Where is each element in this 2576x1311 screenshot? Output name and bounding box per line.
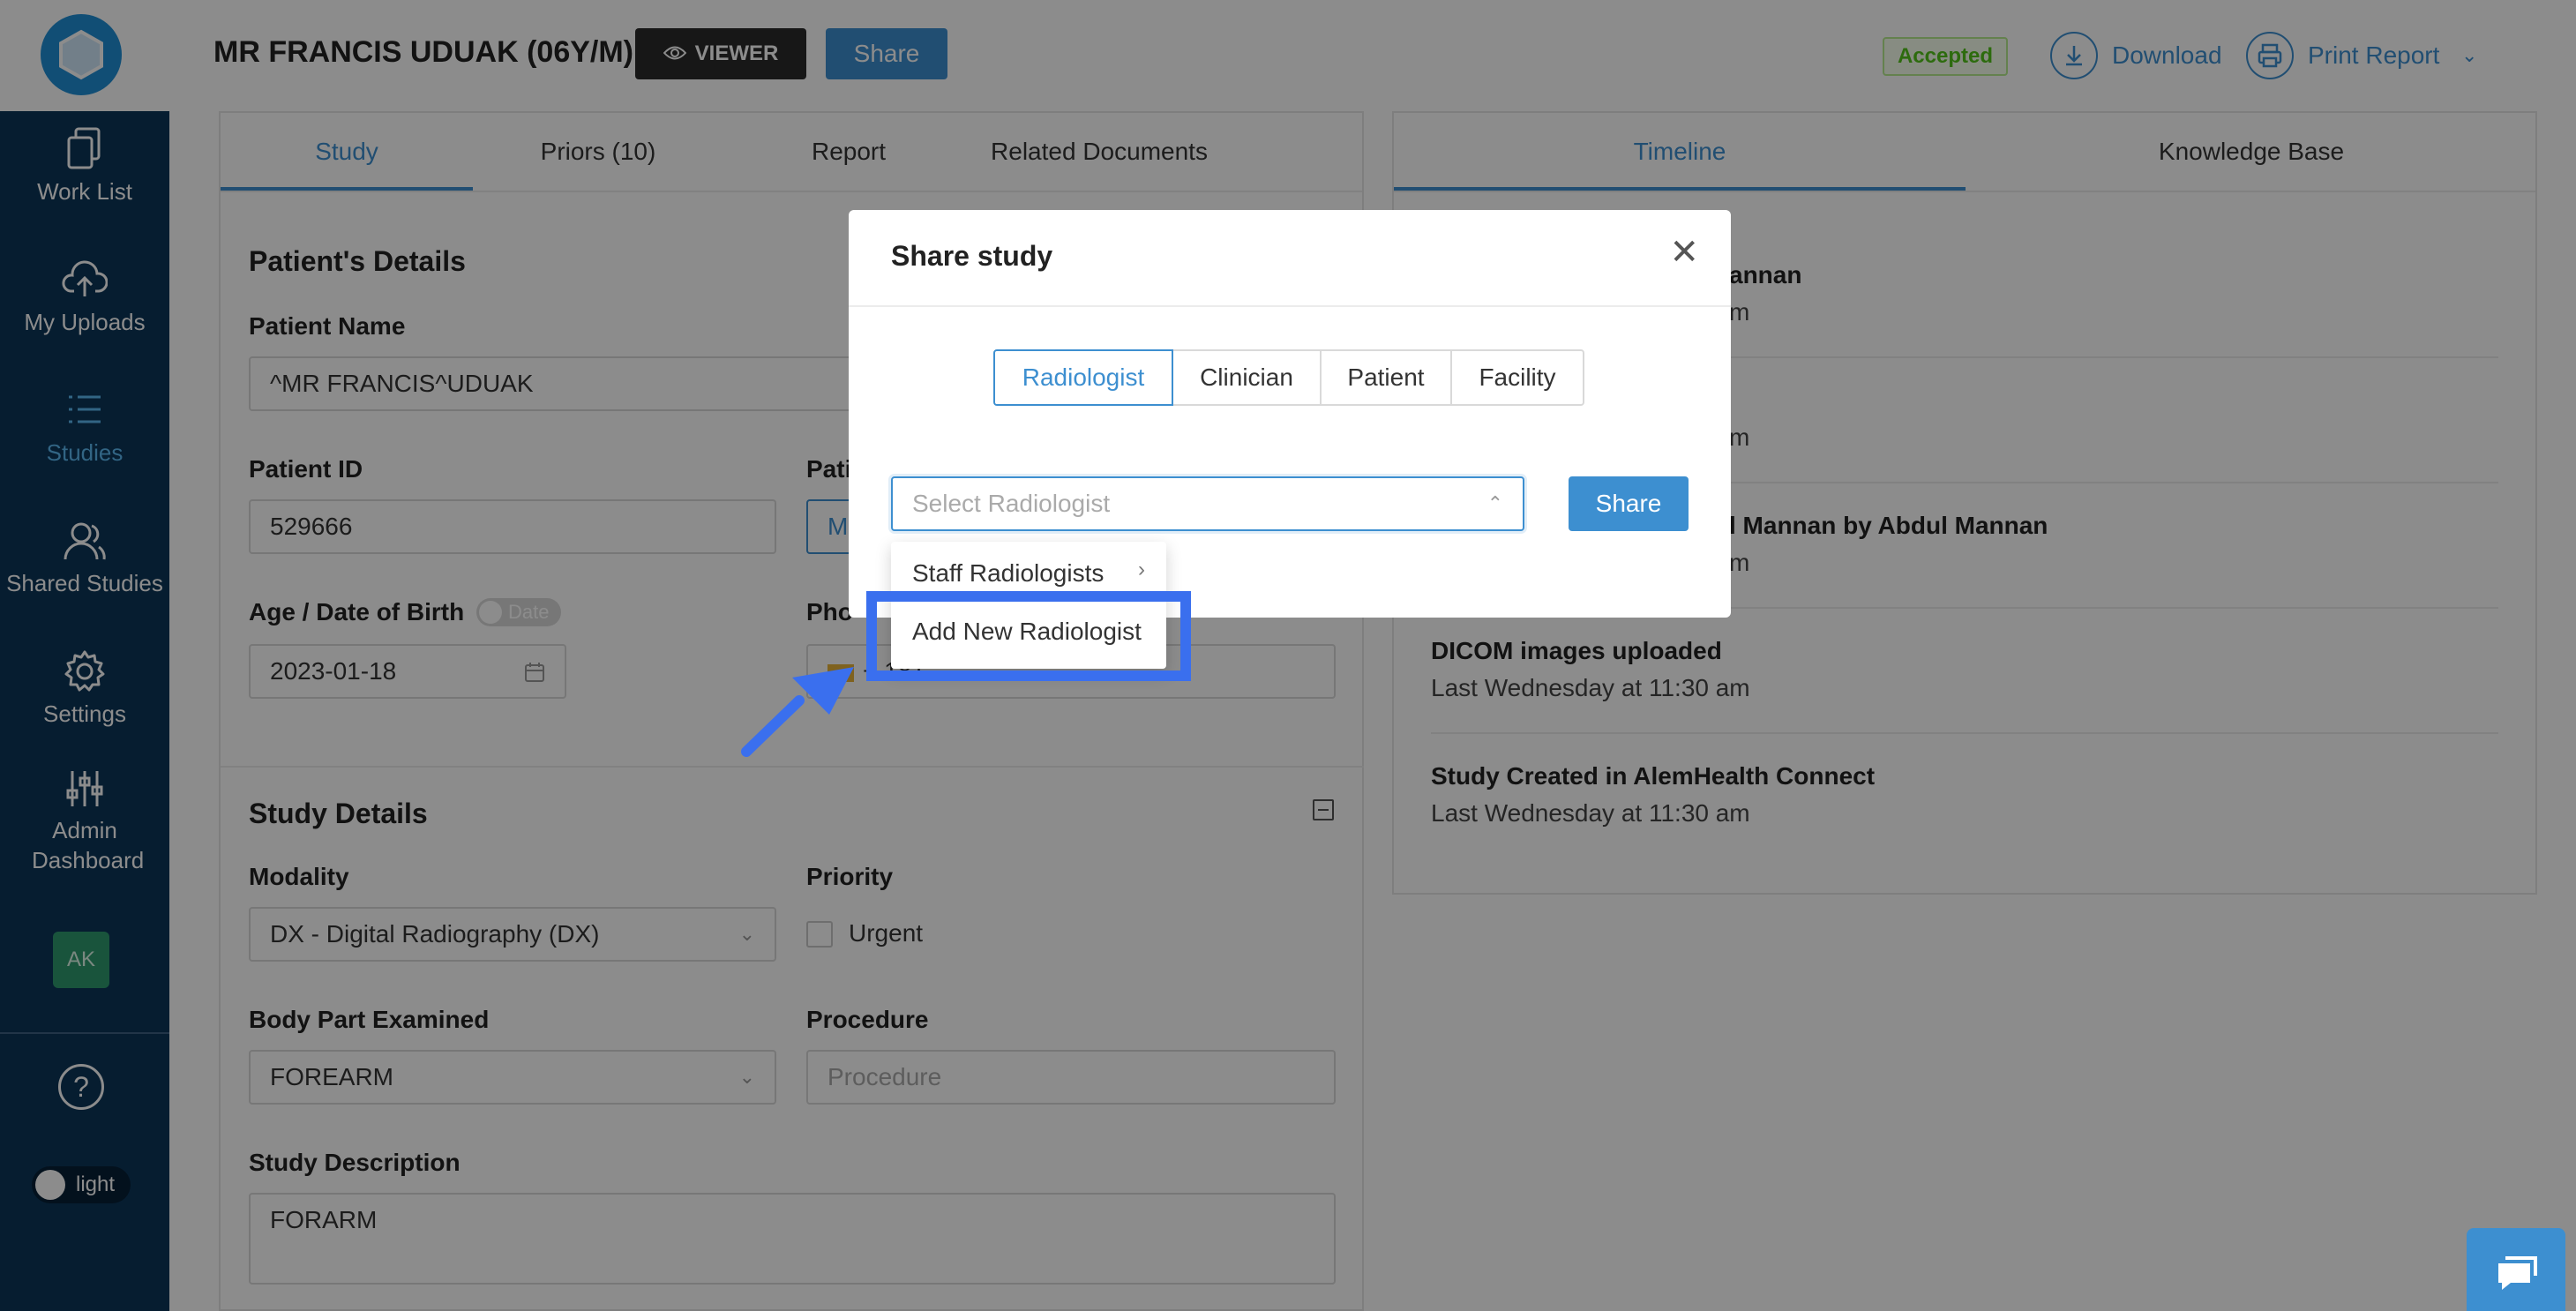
- pointer-arrow-icon: [741, 667, 854, 757]
- select-placeholder: Select Radiologist: [912, 490, 1111, 517]
- segment-patient[interactable]: Patient: [1320, 349, 1452, 406]
- chevron-up-icon: ⌃: [1486, 492, 1503, 514]
- chevron-right-icon: ›: [1138, 558, 1145, 581]
- close-icon[interactable]: ✕: [1669, 235, 1699, 270]
- dropdown-item-staff-radiologists[interactable]: Staff Radiologists: [912, 559, 1145, 588]
- modal-divider: [849, 305, 1731, 307]
- chat-button[interactable]: [2467, 1228, 2565, 1311]
- modal-share-button[interactable]: Share: [1569, 476, 1689, 531]
- modal-backdrop[interactable]: [0, 0, 2576, 1311]
- dropdown-item-label: Staff Radiologists: [912, 559, 1105, 587]
- segment-facility[interactable]: Facility: [1450, 349, 1584, 406]
- modal-title: Share study: [891, 240, 1053, 272]
- highlight-box: [866, 591, 1191, 681]
- segment-radiologist[interactable]: Radiologist: [993, 349, 1173, 406]
- segment-clinician[interactable]: Clinician: [1172, 349, 1322, 406]
- radiologist-select[interactable]: Select Radiologist ⌃: [891, 476, 1524, 531]
- chat-icon: [2498, 1256, 2537, 1290]
